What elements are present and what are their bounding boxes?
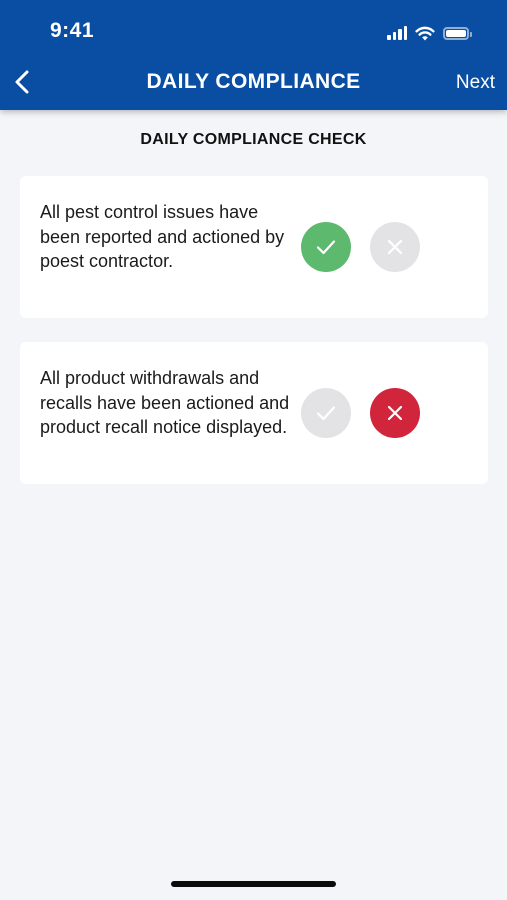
cellular-signal-icon — [387, 26, 407, 40]
home-indicator — [171, 881, 336, 887]
close-icon — [387, 239, 403, 255]
no-button[interactable] — [370, 388, 420, 438]
battery-icon — [443, 26, 472, 40]
status-icons — [387, 22, 472, 44]
checkmark-icon — [316, 240, 336, 255]
status-time: 9:41 — [50, 19, 95, 42]
page-title: DAILY COMPLIANCE — [146, 70, 361, 93]
check-question: All product withdrawals and recalls have… — [40, 368, 290, 437]
section-title: DAILY COMPLIANCE CHECK — [140, 131, 367, 148]
no-button[interactable] — [370, 222, 420, 272]
checkmark-icon — [316, 406, 336, 421]
close-icon — [387, 405, 403, 421]
nav-bar: DAILY COMPLIANCE Next — [0, 60, 507, 108]
check-question: All pest control issues have been report… — [40, 202, 285, 271]
compliance-check-card: All product withdrawals and recalls have… — [20, 342, 488, 484]
wifi-icon — [415, 26, 435, 40]
app-header: 9:41 DAILY COMPLIANCE Next — [0, 0, 507, 110]
status-bar: 9:41 — [0, 0, 507, 60]
compliance-check-card: All pest control issues have been report… — [20, 176, 488, 318]
yes-button[interactable] — [301, 388, 351, 438]
next-button[interactable]: Next — [456, 72, 495, 94]
yes-button[interactable] — [301, 222, 351, 272]
